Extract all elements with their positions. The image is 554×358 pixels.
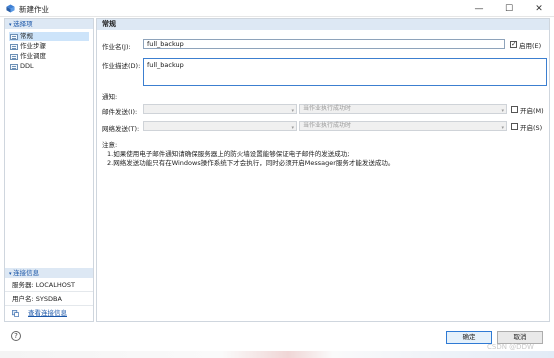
nav-item-label: 作业步骤: [20, 42, 46, 50]
minimize-button[interactable]: —: [464, 0, 494, 17]
view-conn-link[interactable]: 查看连接信息: [12, 309, 67, 317]
mail-condition-select[interactable]: 当作业执行成功时 ▾: [299, 104, 507, 114]
dropdown-arrow-icon: ▾: [291, 108, 294, 114]
connection-icon: [12, 310, 19, 317]
close-button[interactable]: ✕: [524, 0, 554, 17]
net-recipient-select[interactable]: ▾: [143, 121, 297, 131]
job-name-input[interactable]: full_backup: [143, 39, 505, 49]
job-name-label: 作业名(J):: [102, 43, 131, 51]
background-strip: [0, 351, 554, 358]
enable-checkbox[interactable]: [510, 40, 517, 48]
server-info: 服务器: LOCALHOST: [5, 279, 93, 292]
panel-title: 常规: [97, 19, 549, 30]
mail-condition-value: 当作业执行成功时: [303, 105, 352, 112]
dropdown-arrow-icon: ▾: [291, 125, 294, 131]
mail-enable-checkbox[interactable]: [511, 106, 518, 113]
nav-item-label: 作业调度: [20, 52, 46, 60]
notify-label: 通知:: [102, 93, 118, 101]
window-title: 新建作业: [19, 5, 49, 14]
left-panel: ▾ 选择项 常规 作业步骤 作业调度 DDL ▾ 连接信息 服务器: LOCAL…: [4, 18, 94, 322]
note-line: 2.网络发送功能只有在Windows操作系统下才会执行，同时必须开启Messag…: [107, 159, 395, 167]
page-icon: [10, 53, 18, 60]
net-condition-select[interactable]: 当作业执行成功时 ▾: [299, 121, 507, 131]
user-info: 用户名: SYSDBA: [5, 293, 93, 306]
net-enable-label: 开启(S): [520, 124, 543, 132]
maximize-button[interactable]: ☐: [494, 0, 524, 17]
watermark-text: CSDN @DDW: [487, 343, 534, 351]
conn-section-label: 连接信息: [13, 269, 40, 277]
page-icon: [10, 63, 18, 70]
dropdown-arrow-icon: ▾: [501, 108, 504, 114]
net-condition-value: 当作业执行成功时: [303, 122, 352, 129]
general-panel: 常规 作业名(J): full_backup 启用(E) 作业描述(D): fu…: [96, 18, 550, 322]
nav-item-ddl[interactable]: DDL: [9, 62, 89, 71]
page-icon: [10, 33, 18, 40]
nav-item-job-schedule[interactable]: 作业调度: [9, 52, 89, 61]
nav-item-general[interactable]: 常规: [9, 32, 89, 41]
conn-section-header[interactable]: ▾ 连接信息: [5, 268, 93, 278]
net-send-label: 网络发送(T):: [102, 125, 140, 133]
ok-button[interactable]: 确定: [446, 331, 492, 344]
new-job-dialog: 新建作业 — ☐ ✕ ▾ 选择项 常规 作业步骤 作业调度 DDL ▾ 连接信息…: [0, 0, 554, 358]
mail-send-label: 邮件发送(I):: [102, 108, 138, 116]
select-section-header[interactable]: ▾ 选择项: [5, 19, 93, 29]
nav-item-label: 常规: [20, 32, 33, 40]
select-section-label: 选择项: [13, 20, 33, 28]
help-icon[interactable]: ?: [11, 331, 21, 341]
nav-item-label: DDL: [20, 62, 34, 70]
job-desc-textarea[interactable]: full_backup: [143, 58, 547, 86]
page-icon: [10, 43, 18, 50]
nav-item-job-steps[interactable]: 作业步骤: [9, 42, 89, 51]
database-app-icon: [6, 4, 15, 13]
enable-label: 启用(E): [519, 42, 542, 50]
title-bar: 新建作业 — ☐ ✕: [0, 0, 554, 17]
mail-enable-label: 开启(M): [520, 107, 544, 115]
view-conn-row: 查看连接信息: [5, 307, 93, 320]
net-enable-checkbox[interactable]: [511, 123, 518, 130]
mail-recipient-select[interactable]: ▾: [143, 104, 297, 114]
job-desc-label: 作业描述(D):: [102, 62, 141, 70]
dropdown-arrow-icon: ▾: [501, 125, 504, 131]
